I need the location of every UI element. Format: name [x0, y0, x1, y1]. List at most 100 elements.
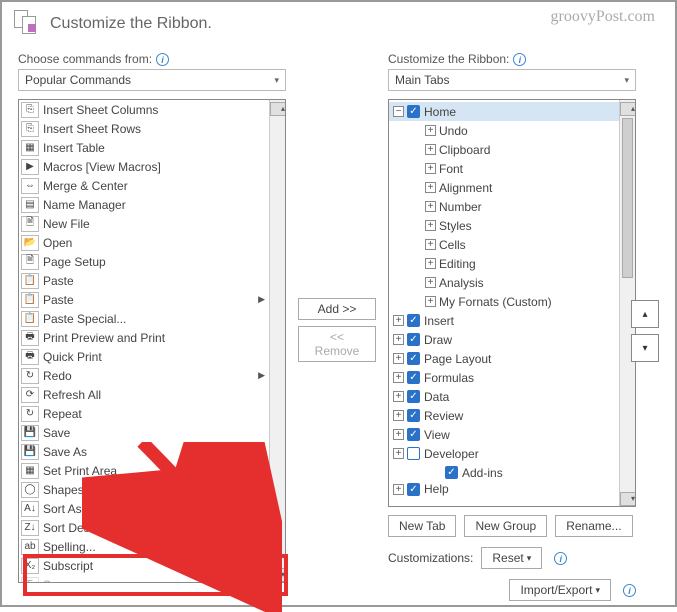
ribbon-tree[interactable]: HomeUndoClipboardFontAlignmentNumberStyl… — [388, 99, 636, 507]
command-item[interactable]: ▤Name Manager — [19, 195, 269, 214]
command-item[interactable]: ▦Set Print Area — [19, 461, 269, 480]
expand-icon[interactable] — [425, 220, 436, 231]
expand-icon[interactable] — [393, 410, 404, 421]
command-item[interactable]: 🖶Quick Print — [19, 347, 269, 366]
expand-icon[interactable] — [393, 353, 404, 364]
tab-checkbox[interactable] — [445, 466, 458, 479]
import-export-button[interactable]: Import/Export ▾ — [509, 579, 611, 601]
command-item[interactable]: 📋Paste — [19, 271, 269, 290]
command-item[interactable]: abSpelling... — [19, 537, 269, 556]
expand-icon[interactable] — [425, 182, 436, 193]
expand-icon[interactable] — [393, 315, 404, 326]
expand-icon[interactable] — [393, 429, 404, 440]
scroll-up-icon[interactable]: ▴ — [270, 102, 286, 116]
expand-icon[interactable] — [425, 163, 436, 174]
command-item[interactable]: ΣSum — [19, 575, 269, 583]
scroll-down-icon[interactable]: ▾ — [620, 492, 636, 506]
expand-icon[interactable] — [425, 239, 436, 250]
command-item[interactable]: 🗎New File — [19, 214, 269, 233]
expand-icon[interactable] — [393, 334, 404, 345]
expand-icon[interactable] — [393, 372, 404, 383]
help-icon[interactable]: i — [623, 584, 636, 597]
ribbon-tabs-dropdown[interactable]: Main Tabs ▾ — [388, 69, 636, 91]
move-up-button[interactable]: ▴ — [631, 300, 659, 328]
command-item[interactable]: ↻Repeat — [19, 404, 269, 423]
scroll-thumb[interactable] — [622, 118, 633, 278]
tree-node[interactable]: Draw — [389, 330, 619, 349]
tree-node[interactable]: Undo — [389, 121, 619, 140]
expand-icon[interactable] — [425, 258, 436, 269]
command-item[interactable]: ⇔Merge & Center — [19, 176, 269, 195]
collapse-icon[interactable] — [393, 106, 404, 117]
help-icon[interactable]: i — [513, 53, 526, 66]
command-item[interactable]: 📋Paste▶ — [19, 290, 269, 309]
commands-listbox[interactable]: ⎘Insert Sheet Columns⎘Insert Sheet Rows▦… — [18, 99, 286, 583]
tab-checkbox[interactable] — [407, 333, 420, 346]
tree-node[interactable]: View — [389, 425, 619, 444]
command-item[interactable]: A↓Sort Ascending — [19, 499, 269, 518]
tab-checkbox[interactable] — [407, 314, 420, 327]
tree-node[interactable]: Editing — [389, 254, 619, 273]
tree-node[interactable]: Home — [389, 102, 619, 121]
tree-node[interactable]: Formulas — [389, 368, 619, 387]
tab-checkbox[interactable] — [407, 371, 420, 384]
add-button[interactable]: Add >> — [298, 298, 376, 320]
command-item[interactable]: ▶Macros [View Macros] — [19, 157, 269, 176]
scroll-up-icon[interactable]: ▴ — [620, 102, 636, 116]
tree-node[interactable]: Clipboard — [389, 140, 619, 159]
expand-icon[interactable] — [425, 201, 436, 212]
command-item[interactable]: ⎘Insert Sheet Columns — [19, 100, 269, 119]
tree-node[interactable]: Developer — [389, 444, 619, 463]
tab-checkbox[interactable] — [407, 352, 420, 365]
command-item[interactable]: 💾Save As — [19, 442, 269, 461]
tree-node[interactable]: My Fornats (Custom) — [389, 292, 619, 311]
tree-node[interactable]: Analysis — [389, 273, 619, 292]
commands-scrollbar[interactable]: ▴ ▾ — [269, 100, 285, 582]
expand-icon[interactable] — [425, 277, 436, 288]
tab-checkbox[interactable] — [407, 105, 420, 118]
help-icon[interactable]: i — [554, 552, 567, 565]
tree-node[interactable]: Font — [389, 159, 619, 178]
tree-node[interactable]: Page Layout — [389, 349, 619, 368]
tree-node[interactable]: Cells — [389, 235, 619, 254]
reset-button[interactable]: Reset ▾ — [481, 547, 542, 569]
command-item[interactable]: ⎘Insert Sheet Rows — [19, 119, 269, 138]
tab-checkbox[interactable] — [407, 409, 420, 422]
expand-icon[interactable] — [425, 296, 436, 307]
command-item[interactable]: ◯Shapes▶ — [19, 480, 269, 499]
new-tab-button[interactable]: New Tab — [388, 515, 456, 537]
tab-checkbox[interactable] — [407, 447, 420, 460]
tab-checkbox[interactable] — [407, 483, 420, 496]
expand-icon[interactable] — [393, 484, 404, 495]
command-item[interactable]: Z↓Sort Descending — [19, 518, 269, 537]
command-item[interactable]: 💾Save — [19, 423, 269, 442]
tree-node[interactable]: Add-ins — [389, 463, 619, 482]
help-icon[interactable]: i — [156, 53, 169, 66]
expand-icon[interactable] — [393, 448, 404, 459]
tree-node[interactable]: Review — [389, 406, 619, 425]
command-item[interactable]: ▦Insert Table — [19, 138, 269, 157]
tree-node[interactable]: Alignment — [389, 178, 619, 197]
command-item[interactable]: X₂Subscript — [19, 556, 269, 575]
tree-node[interactable]: Data — [389, 387, 619, 406]
tab-checkbox[interactable] — [407, 390, 420, 403]
commands-from-dropdown[interactable]: Popular Commands ▾ — [18, 69, 286, 91]
tree-node[interactable]: Help — [389, 482, 619, 496]
command-item[interactable]: 📋Paste Special... — [19, 309, 269, 328]
command-item[interactable]: ⟳Refresh All — [19, 385, 269, 404]
command-item[interactable]: 🖶Print Preview and Print — [19, 328, 269, 347]
command-item[interactable]: 📂Open — [19, 233, 269, 252]
tree-node[interactable]: Insert — [389, 311, 619, 330]
tree-node[interactable]: Number — [389, 197, 619, 216]
expand-icon[interactable] — [425, 125, 436, 136]
expand-icon[interactable] — [393, 391, 404, 402]
new-group-button[interactable]: New Group — [464, 515, 547, 537]
command-item[interactable]: ↻Redo▶ — [19, 366, 269, 385]
tab-checkbox[interactable] — [407, 428, 420, 441]
tree-node[interactable]: Styles — [389, 216, 619, 235]
scroll-down-icon[interactable]: ▾ — [270, 568, 286, 582]
command-item[interactable]: 🗎Page Setup — [19, 252, 269, 271]
move-down-button[interactable]: ▾ — [631, 334, 659, 362]
expand-icon[interactable] — [425, 144, 436, 155]
rename-button[interactable]: Rename... — [555, 515, 632, 537]
